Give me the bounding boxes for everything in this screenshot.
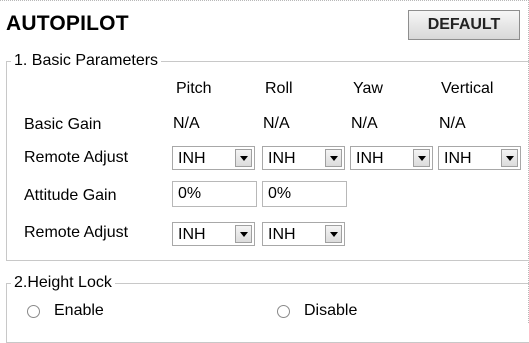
basic-gain-vertical-value: N/A bbox=[439, 115, 466, 132]
column-header-roll: Roll bbox=[265, 80, 293, 97]
remote-adjust-vertical-select[interactable]: INH bbox=[438, 146, 521, 170]
remote-adjust-roll-select[interactable]: INH bbox=[262, 146, 345, 170]
column-header-yaw: Yaw bbox=[353, 80, 383, 97]
basic-parameters-legend: 1. Basic Parameters bbox=[11, 52, 162, 70]
remote-adjust-label: Remote Adjust bbox=[24, 224, 129, 241]
frame-top-border bbox=[0, 0, 529, 2]
attitude-gain-pitch-input[interactable] bbox=[172, 181, 257, 207]
chevron-down-icon[interactable] bbox=[235, 149, 252, 167]
default-button[interactable]: DEFAULT bbox=[408, 10, 520, 40]
chevron-down-icon[interactable] bbox=[235, 225, 252, 243]
remote-adjust-yaw-value: INH bbox=[356, 150, 384, 167]
remote-adjust-attitude-pitch-value: INH bbox=[178, 226, 206, 243]
remote-adjust-attitude-roll-select[interactable]: INH bbox=[262, 222, 345, 246]
chevron-down-icon[interactable] bbox=[325, 225, 342, 243]
remote-adjust-label: Remote Adjust bbox=[24, 149, 129, 166]
radio-icon[interactable] bbox=[277, 305, 290, 318]
page-title: AUTOPILOT bbox=[6, 12, 129, 35]
remote-adjust-pitch-select[interactable]: INH bbox=[172, 146, 255, 170]
height-lock-enable-label: Enable bbox=[54, 302, 104, 319]
remote-adjust-pitch-value: INH bbox=[178, 150, 206, 167]
column-header-pitch: Pitch bbox=[176, 80, 212, 97]
remote-adjust-vertical-value: INH bbox=[444, 150, 472, 167]
column-header-vertical: Vertical bbox=[441, 80, 494, 97]
basic-gain-pitch-value: N/A bbox=[173, 115, 200, 132]
basic-gain-roll-value: N/A bbox=[263, 115, 290, 132]
basic-gain-yaw-value: N/A bbox=[351, 115, 378, 132]
chevron-down-icon[interactable] bbox=[413, 149, 430, 167]
remote-adjust-attitude-pitch-select[interactable]: INH bbox=[172, 222, 255, 246]
chevron-down-icon[interactable] bbox=[325, 149, 342, 167]
attitude-gain-roll-input[interactable] bbox=[262, 181, 347, 207]
remote-adjust-roll-value: INH bbox=[268, 150, 296, 167]
chevron-down-icon[interactable] bbox=[501, 149, 518, 167]
radio-icon[interactable] bbox=[27, 305, 40, 318]
height-lock-disable-label: Disable bbox=[304, 302, 358, 319]
remote-adjust-yaw-select[interactable]: INH bbox=[350, 146, 433, 170]
remote-adjust-attitude-roll-value: INH bbox=[268, 226, 296, 243]
basic-gain-label: Basic Gain bbox=[24, 116, 102, 133]
height-lock-legend: 2.Height Lock bbox=[11, 274, 115, 292]
attitude-gain-label: Attitude Gain bbox=[24, 187, 117, 204]
